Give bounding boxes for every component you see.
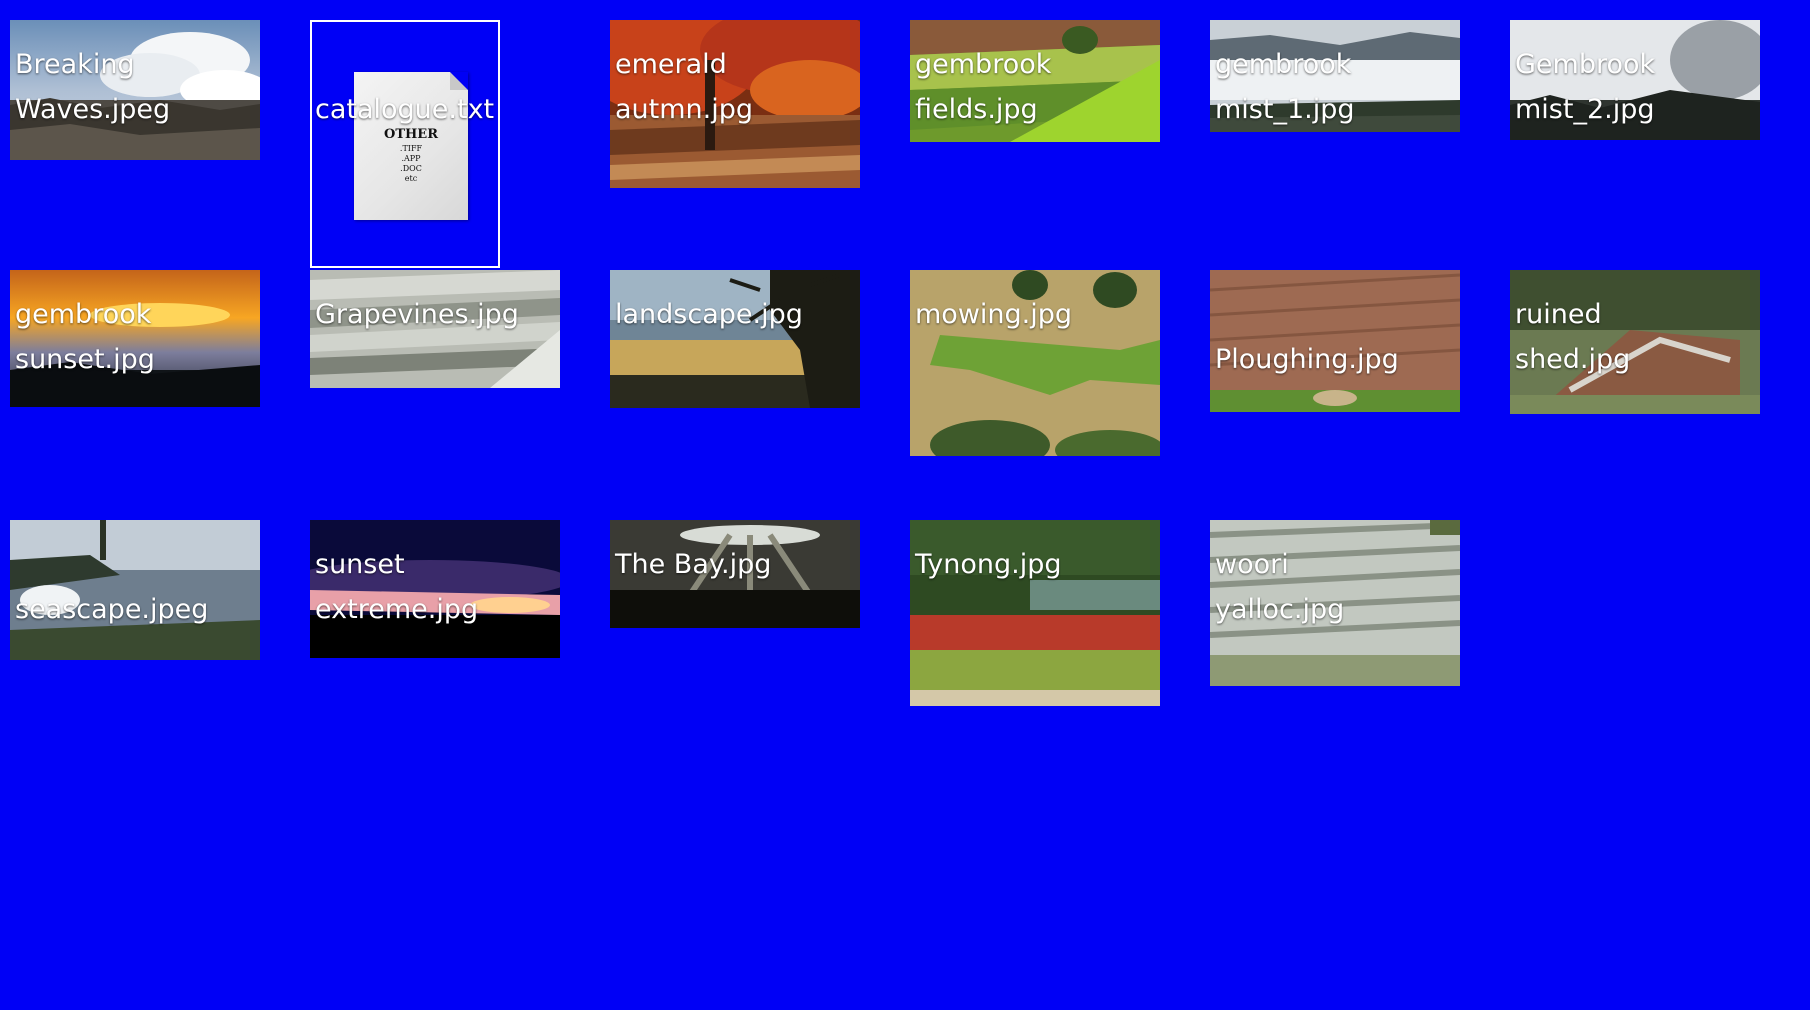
photo-thumbnail-gembrook-mist-2 (1510, 20, 1760, 140)
photo-thumbnail-woori-yalloc (1210, 520, 1460, 686)
file-icon-mowing[interactable]: mowing.jpg (910, 270, 1160, 456)
file-icon-sunset-extreme[interactable]: sunset extreme.jpg (310, 520, 560, 658)
file-icon-the-bay[interactable]: The Bay.jpg (610, 520, 860, 628)
doc-preview-title: OTHER (384, 127, 438, 142)
doc-preview-line: .TIFF (399, 144, 423, 153)
file-icon-gembrook-sunset[interactable]: gembrook sunset.jpg (10, 270, 260, 407)
file-icon-woori-yalloc[interactable]: woori yalloc.jpg (1210, 520, 1460, 686)
file-icon-gembrook-mist-1[interactable]: gembrook mist_1.jpg (1210, 20, 1460, 132)
photo-thumbnail-ploughing (1210, 270, 1460, 412)
photo-thumbnail-grapevines (310, 270, 560, 388)
photo-thumbnail-landscape (610, 270, 860, 408)
file-icon-landscape[interactable]: landscape.jpg (610, 270, 860, 408)
photo-thumbnail-tynong (910, 520, 1160, 706)
photo-thumbnail-emerald-autumn (610, 20, 860, 188)
file-icon-ploughing[interactable]: Ploughing.jpg (1210, 270, 1460, 412)
photo-thumbnail-gembrook-fields (910, 20, 1160, 142)
file-icon-tynong[interactable]: Tynong.jpg (910, 520, 1160, 706)
file-icon-ruined-shed[interactable]: ruined shed.jpg (1510, 270, 1760, 414)
photo-thumbnail-seascape (10, 520, 260, 660)
photo-thumbnail-mowing (910, 270, 1160, 456)
file-icon-emerald-autumn[interactable]: emerald autmn.jpg (610, 20, 860, 188)
doc-preview-line: etc (404, 174, 418, 183)
photo-thumbnail-sunset-extreme (310, 520, 560, 658)
photo-thumbnail-ruined-shed (1510, 270, 1760, 414)
page-fold-icon (450, 72, 468, 90)
doc-preview-line: .DOC (400, 164, 422, 173)
photo-thumbnail-gembrook-sunset (10, 270, 260, 407)
photo-thumbnail-the-bay (610, 520, 860, 628)
doc-preview-line: .APP (401, 154, 421, 163)
file-icon-grapevines[interactable]: Grapevines.jpg (310, 270, 560, 388)
doc-preview-lines: .TIFF .APP .DOC etc (354, 144, 468, 184)
file-icon-breaking-waves[interactable]: Breaking Waves.jpeg (10, 20, 260, 160)
photo-thumbnail-gembrook-mist-1 (1210, 20, 1460, 132)
text-document-icon: OTHER .TIFF .APP .DOC etc (354, 72, 468, 220)
file-icon-gembrook-fields[interactable]: gembrook fields.jpg (910, 20, 1160, 142)
photo-thumbnail-breaking-waves (10, 20, 260, 160)
desktop[interactable]: Breaking Waves.jpeg OTHER .TIFF .APP .DO… (0, 0, 1810, 1010)
file-icon-seascape[interactable]: seascape.jpeg (10, 520, 260, 660)
file-icon-gembrook-mist-2[interactable]: Gembrook mist_2.jpg (1510, 20, 1760, 140)
file-icon-catalogue[interactable]: OTHER .TIFF .APP .DOC etc catalogue.txt (310, 20, 500, 268)
